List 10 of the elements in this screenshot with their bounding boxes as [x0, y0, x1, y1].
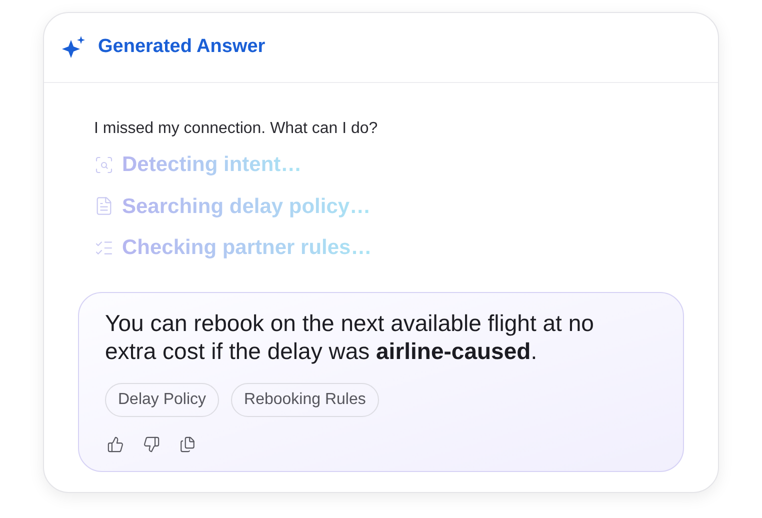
answer-text: You can rebook on the next available flight at no extra cost if the delay was airline-caused. — [105, 308, 595, 364]
source-chip[interactable]: Rebooking Rules — [231, 382, 379, 416]
source-chip[interactable]: Delay Policy — [105, 382, 220, 416]
sparkle-icon — [62, 36, 86, 60]
scan-search-icon — [94, 154, 114, 175]
user-question: I missed my connection. What can I do? — [94, 119, 379, 139]
card-title: Generated Answer — [98, 35, 266, 60]
thumbs-down-button[interactable] — [141, 434, 161, 454]
document-icon — [94, 196, 114, 216]
thumbs-up-button[interactable] — [105, 434, 125, 454]
